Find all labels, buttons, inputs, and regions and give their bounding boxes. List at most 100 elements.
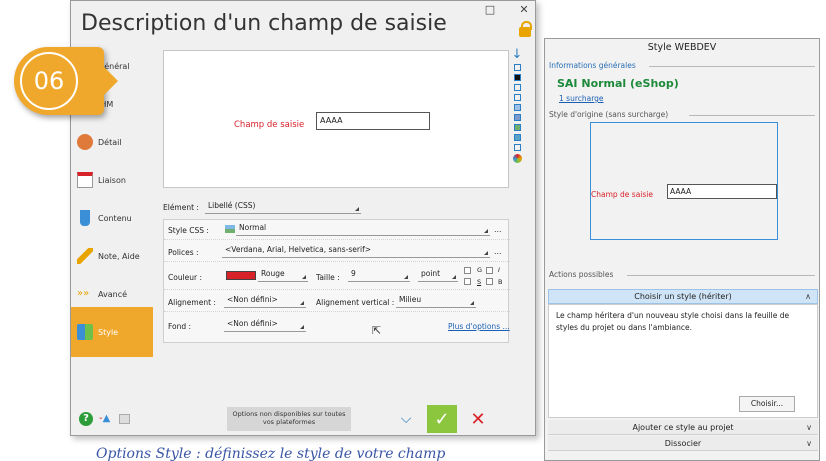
style-css-more-button[interactable]: …: [494, 225, 502, 234]
sidebar-item-note-aide[interactable]: Note, Aide: [71, 237, 153, 275]
element-swatch[interactable]: [513, 124, 521, 131]
preview-field-label: Champ de saisie: [234, 120, 305, 130]
liaison-icon: [77, 172, 93, 188]
palette-icon[interactable]: [512, 154, 522, 163]
element-swatch[interactable]: [513, 144, 521, 151]
couleur-select[interactable]: Rouge: [258, 269, 308, 282]
element-swatch[interactable]: [513, 104, 521, 111]
element-selector-column: ↓: [511, 48, 523, 166]
sidebar-item-label: Avancé: [98, 289, 128, 299]
element-swatch[interactable]: [513, 114, 521, 121]
style-css-row: Style CSS : Normal …: [164, 220, 510, 240]
action-inherit-header[interactable]: Choisir un style (hériter) ∧: [548, 289, 818, 304]
avance-icon: »»: [77, 288, 90, 299]
unite-select[interactable]: point: [418, 269, 458, 282]
action-inherit-description: Le champ héritera d'un nouveau style cho…: [556, 311, 790, 332]
detail-icon: [77, 134, 93, 150]
sidebar-item-label: Note, Aide: [98, 251, 140, 261]
couleur-row: Couleur : Rouge Taille : 9 point G I S B: [164, 264, 510, 290]
contenu-icon: [80, 210, 90, 226]
divider: [689, 115, 815, 116]
color-swatch[interactable]: [226, 271, 256, 280]
sidebar-item-liaison[interactable]: Liaison: [71, 161, 153, 199]
alignement-vertical-select[interactable]: Milieu: [396, 295, 476, 308]
grid-icon[interactable]: [119, 414, 130, 424]
polices-select[interactable]: <Verdana, Arial, Helvetica, sans-serif>: [222, 245, 490, 258]
style-webdev-panel: Style WEBDEV Informations générales SAI …: [544, 38, 820, 461]
action-dissociate-header[interactable]: Dissocier ∨: [548, 436, 818, 451]
sidebar-item-contenu[interactable]: Contenu: [71, 199, 153, 237]
maximize-button[interactable]: □: [483, 3, 497, 16]
note-icon: [77, 248, 93, 264]
footer-note: Options non disponibles sur toutes vos p…: [227, 407, 351, 431]
caption: Options Style : définissez le style de v…: [96, 446, 446, 461]
polices-row: Polices : <Verdana, Arial, Helvetica, sa…: [164, 242, 510, 262]
origin-style-preview: [590, 122, 778, 240]
collapse-button[interactable]: ⌵: [391, 405, 421, 433]
info-section-label: Informations générales: [549, 61, 636, 70]
alignement-label: Alignement :: [168, 298, 216, 307]
element-swatch[interactable]: [513, 94, 521, 101]
sidebar-item-label: Contenu: [98, 213, 132, 223]
arrow-down-icon[interactable]: ↓: [511, 48, 523, 61]
element-swatch[interactable]: [513, 64, 521, 71]
image-icon: [225, 225, 235, 233]
origin-section-label: Style d'origine (sans surcharge): [549, 110, 669, 119]
style-icon: [77, 324, 93, 340]
chevron-up-icon: ∧: [805, 292, 811, 301]
layout-icon[interactable]: -▲: [99, 413, 110, 424]
preview-field-input: AAAA: [316, 112, 430, 130]
ok-button[interactable]: ✓: [427, 405, 457, 433]
field-description-dialog: Description d'un champ de saisie □ ✕ Gén…: [70, 0, 536, 436]
alignement-row: Alignement : <Non défini> Alignement ver…: [164, 292, 510, 312]
more-options-link[interactable]: Plus d'options ...: [448, 322, 510, 331]
style-properties: Style CSS : Normal … Polices : <Verdana,…: [163, 219, 510, 343]
cancel-button[interactable]: ✕: [463, 405, 493, 433]
element-swatch[interactable]: [513, 134, 521, 141]
italic-checkbox[interactable]: [486, 267, 493, 274]
bold-label: G: [477, 266, 483, 274]
alignement-select[interactable]: <Non défini>: [224, 295, 306, 308]
choose-style-button[interactable]: Choisir...: [739, 396, 795, 412]
lock-icon[interactable]: [519, 21, 532, 37]
divider: [627, 275, 815, 276]
element-swatch[interactable]: [513, 84, 521, 91]
dialog-title: Description d'un champ de saisie: [81, 11, 447, 36]
element-label: Elément :: [163, 203, 199, 212]
sidebar-item-label: Détail: [98, 137, 122, 147]
action-add-header[interactable]: Ajouter ce style au projet ∨: [548, 420, 818, 435]
sidebar-item-detail[interactable]: Détail: [71, 123, 153, 161]
italic-label: I: [498, 266, 500, 274]
help-icon[interactable]: ?: [79, 412, 93, 426]
panel-title: Style WEBDEV: [647, 42, 717, 53]
fond-row: Fond : <Non défini> ⇱ Plus d'options ...: [164, 314, 510, 337]
action-dissociate-label: Dissocier: [664, 439, 702, 448]
style-css-select[interactable]: Normal: [236, 223, 490, 236]
strike-label: B: [498, 278, 503, 286]
style-name: SAI Normal (eShop): [557, 77, 679, 90]
taille-input[interactable]: 9: [348, 269, 410, 282]
chevron-down-icon: ∨: [806, 439, 812, 448]
polices-more-button[interactable]: …: [494, 247, 502, 256]
fond-select[interactable]: <Non défini>: [224, 319, 306, 332]
surcharge-link[interactable]: 1 surcharge: [559, 94, 604, 103]
origin-preview-field: AAAA: [667, 184, 777, 199]
bold-checkbox[interactable]: [464, 267, 471, 274]
underline-label: S: [477, 278, 482, 286]
step-badge: 06: [14, 47, 118, 115]
alignement-vertical-label: Alignement vertical :: [316, 298, 395, 307]
couleur-label: Couleur :: [168, 273, 203, 282]
element-swatch[interactable]: [513, 74, 521, 81]
polices-label: Polices :: [168, 248, 199, 257]
fond-label: Fond :: [168, 322, 192, 331]
style-preview: Champ de saisie AAAA: [163, 50, 509, 188]
taille-label: Taille :: [316, 273, 340, 282]
sidebar-item-style[interactable]: Style: [71, 307, 153, 357]
underline-checkbox[interactable]: [464, 278, 471, 285]
element-select[interactable]: Libellé (CSS): [205, 201, 361, 214]
actions-section-label: Actions possibles: [549, 270, 614, 279]
sidebar-item-label: Style: [98, 327, 119, 337]
strike-checkbox[interactable]: [486, 278, 493, 285]
mouse-cursor-icon: ⇱: [372, 324, 382, 337]
close-button[interactable]: ✕: [517, 3, 531, 16]
